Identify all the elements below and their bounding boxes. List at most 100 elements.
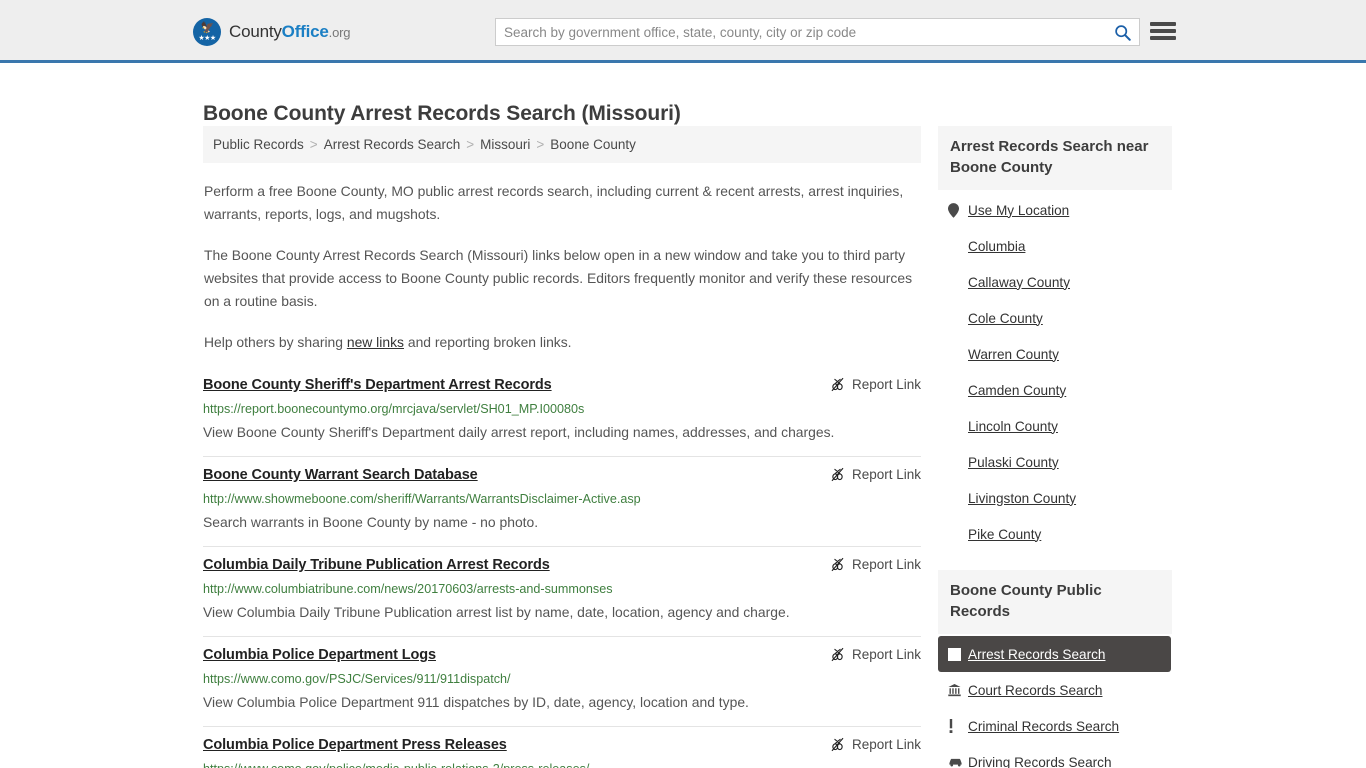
report-link-label: Report Link — [851, 467, 921, 482]
result-title-link[interactable]: Boone County Sheriff's Department Arrest… — [203, 376, 552, 395]
breadcrumb-item[interactable]: Public Records — [213, 137, 304, 152]
logo-wordmark: CountyOffice.org — [229, 22, 350, 42]
site-logo[interactable]: 🦅 ★★★ CountyOffice.org — [193, 18, 350, 46]
exclamation-icon-slot — [948, 719, 968, 733]
broken-link-icon — [831, 377, 844, 392]
white-square-icon — [948, 647, 961, 661]
breadcrumb-item[interactable]: Missouri — [480, 137, 530, 152]
report-link-button[interactable]: Report Link — [830, 376, 921, 392]
report-link-label: Report Link — [851, 737, 921, 752]
menu-bar-1 — [1150, 22, 1176, 26]
broken-link-icon — [831, 467, 844, 482]
breadcrumb-separator: > — [536, 137, 545, 152]
result-url[interactable]: https://www.como.gov/PSJC/Services/911/9… — [203, 671, 921, 688]
exclamation-icon — [948, 719, 954, 733]
sidebar-item-callaway-county[interactable]: Callaway County — [938, 264, 1172, 300]
sidebar-item-driving-records-search[interactable]: Driving Records Search — [938, 744, 1172, 768]
broken-link-icon — [831, 557, 844, 572]
result-title-link[interactable]: Columbia Police Department Logs — [203, 646, 436, 665]
courthouse-icon-slot — [948, 683, 968, 697]
result-title-link[interactable]: Boone County Warrant Search Database — [203, 466, 478, 485]
result-title-link[interactable]: Columbia Police Department Press Release… — [203, 736, 507, 755]
sidebar-item-label: Pike County — [968, 526, 1042, 542]
breadcrumb-item[interactable]: Boone County — [550, 137, 636, 152]
result-description: View Columbia Daily Tribune Publication … — [203, 604, 790, 620]
sidebar-item-criminal-records-search[interactable]: Criminal Records Search — [938, 708, 1172, 744]
sidebar-item-arrest-records-search[interactable]: Arrest Records Search — [938, 636, 1171, 672]
intro-paragraph-1: Perform a free Boone County, MO public a… — [204, 183, 904, 222]
intro3-after: and reporting broken links. — [403, 334, 572, 350]
intro-paragraph-2: The Boone County Arrest Records Search (… — [204, 247, 913, 309]
courthouse-icon — [948, 683, 961, 697]
sidebar-item-label: Callaway County — [968, 274, 1070, 290]
sidebar-item-label: Driving Records Search — [968, 754, 1112, 768]
sidebar-item-label: Lincoln County — [968, 418, 1058, 434]
sidebar-item-label: Criminal Records Search — [968, 718, 1120, 734]
report-link-button[interactable]: Report Link — [830, 646, 921, 662]
intro-paragraph-3: Help others by sharing new links and rep… — [203, 331, 921, 354]
sidebar-item-label: Camden County — [968, 382, 1067, 398]
white-square-icon-slot — [948, 647, 968, 661]
sidebar: Arrest Records Search near Boone County … — [938, 126, 1172, 768]
result-url[interactable]: http://www.showmeboone.com/sheriff/Warra… — [203, 491, 921, 508]
sidebar-item-columbia[interactable]: Columbia — [938, 228, 1172, 264]
sidebar-item-lincoln-county[interactable]: Lincoln County — [938, 408, 1172, 444]
sidebar-item-label: Arrest Records Search — [968, 646, 1106, 662]
sidebar-item-pike-county[interactable]: Pike County — [938, 516, 1172, 552]
report-link-button[interactable]: Report Link — [830, 466, 921, 482]
sidebar-item-warren-county[interactable]: Warren County — [938, 336, 1172, 372]
logo-text-office: Office — [281, 22, 329, 41]
result-url[interactable]: http://www.columbiatribune.com/news/2017… — [203, 581, 921, 598]
sidebar-item-label: Pulaski County — [968, 454, 1059, 470]
page-title: Boone County Arrest Records Search (Miss… — [203, 102, 681, 126]
map-pin-icon-slot — [948, 202, 968, 218]
report-link-label: Report Link — [851, 647, 921, 662]
main-content: Public Records > Arrest Records Search > Mis… — [203, 126, 921, 768]
result-url[interactable]: https://report.boonecountymo.org/mrcjava… — [203, 401, 921, 418]
sidebar-nearby-list: Use My Location Columbia Callaway County Co… — [938, 192, 1172, 552]
hamburger-menu-icon[interactable] — [1150, 20, 1176, 42]
report-link-label: Report Link — [851, 377, 921, 392]
new-links-link[interactable]: new links — [347, 334, 404, 350]
search-button[interactable] — [1105, 19, 1139, 45]
search-input[interactable] — [496, 19, 1105, 45]
result-description: Search warrants in Boone County by name … — [203, 514, 539, 530]
breadcrumb-separator: > — [309, 137, 318, 152]
sidebar-item-livingston-county[interactable]: Livingston County — [938, 480, 1172, 516]
report-link-button[interactable]: Report Link — [830, 556, 921, 572]
logo-text-org: .org — [328, 25, 351, 40]
sidebar-item-label: Use My Location — [968, 202, 1070, 218]
result-header: Columbia Police Department Press Release… — [203, 736, 921, 755]
sidebar-public-records-heading: Boone County Public Records — [938, 570, 1172, 634]
car-icon-slot — [948, 757, 968, 767]
eagle-seal-icon: 🦅 ★★★ — [193, 18, 221, 46]
sidebar-item-label: Livingston County — [968, 490, 1077, 506]
result-url[interactable]: https://www.como.gov/police/media-public… — [203, 761, 921, 768]
sidebar-item-label: Court Records Search — [968, 682, 1103, 698]
report-link-button[interactable]: Report Link — [830, 736, 921, 752]
result-item: Columbia Police Department Logs Report Li… — [203, 637, 921, 727]
search-bar[interactable] — [495, 18, 1140, 46]
sidebar-item-label: Warren County — [968, 346, 1059, 362]
sidebar-item-camden-county[interactable]: Camden County — [938, 372, 1172, 408]
intro3-before: Help others by sharing — [204, 334, 347, 350]
sidebar-item-cole-county[interactable]: Cole County — [938, 300, 1172, 336]
result-header: Columbia Daily Tribune Publication Arres… — [203, 556, 921, 575]
sidebar-item-use-my-location[interactable]: Use My Location — [938, 192, 1172, 228]
sidebar-item-pulaski-county[interactable]: Pulaski County — [938, 444, 1172, 480]
stars-glyph: ★★★ — [198, 35, 216, 42]
sidebar-public-records-list: Arrest Records Search Court Records Searc… — [938, 636, 1172, 768]
result-header: Columbia Police Department Logs Report Li… — [203, 646, 921, 665]
result-title-link[interactable]: Columbia Daily Tribune Publication Arres… — [203, 556, 550, 575]
result-description: View Columbia Police Department 911 disp… — [203, 694, 749, 710]
site-header: 🦅 ★★★ CountyOffice.org — [0, 0, 1366, 63]
breadcrumb-item[interactable]: Arrest Records Search — [324, 137, 461, 152]
sidebar-item-court-records-search[interactable]: Court Records Search — [938, 672, 1172, 708]
breadcrumb: Public Records > Arrest Records Search > Mis… — [203, 126, 921, 163]
map-pin-icon — [948, 202, 959, 218]
report-link-label: Report Link — [851, 557, 921, 572]
eagle-glyph: 🦅 — [200, 22, 215, 34]
sidebar-nearby-heading: Arrest Records Search near Boone County — [938, 126, 1172, 190]
breadcrumb-separator: > — [466, 137, 475, 152]
result-header: Boone County Warrant Search Database Repo… — [203, 466, 921, 485]
